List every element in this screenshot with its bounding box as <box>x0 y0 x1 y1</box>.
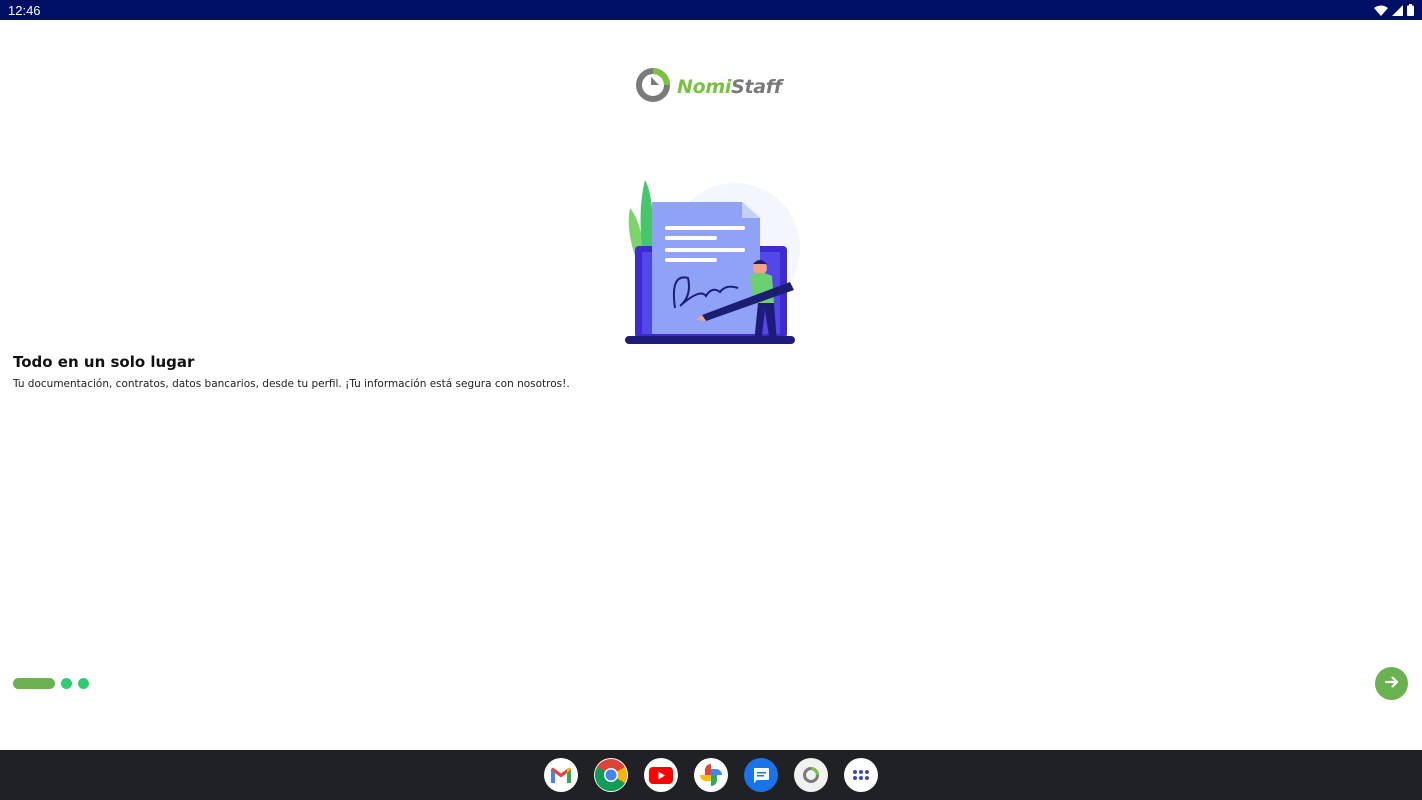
app-drawer-button[interactable] <box>844 758 878 792</box>
nomistaff-icon <box>802 766 820 784</box>
chrome-app[interactable] <box>594 758 628 792</box>
youtube-app[interactable] <box>644 758 678 792</box>
page-dot-active <box>13 678 55 689</box>
logo-text: NomiStaff <box>677 76 782 98</box>
taskbar <box>0 750 1422 800</box>
gmail-app[interactable] <box>544 758 578 792</box>
status-icons <box>1374 4 1414 16</box>
messages-icon <box>751 765 771 785</box>
signing-document-illustration <box>620 178 800 348</box>
nomistaff-app[interactable] <box>794 758 828 792</box>
slide-description: Tu documentación, contratos, datos banca… <box>13 378 570 390</box>
battery-icon <box>1407 4 1414 16</box>
next-button[interactable] <box>1375 667 1408 700</box>
photos-app[interactable] <box>694 758 728 792</box>
page-dot <box>78 678 89 689</box>
logo-refresh-icon <box>635 67 671 107</box>
chrome-icon <box>595 759 627 791</box>
slide-title: Todo en un solo lugar <box>13 353 195 371</box>
screen: 12:46 NomiStaff Todo en un solo lugar Tu… <box>0 0 1422 800</box>
app-logo: NomiStaff <box>635 67 791 107</box>
status-bar: 12:46 <box>0 0 1422 20</box>
photos-icon <box>699 763 723 787</box>
logo-text-nomi: Nomi <box>677 76 732 98</box>
gmail-icon <box>550 766 572 784</box>
arrow-right-icon <box>1384 674 1400 694</box>
youtube-icon <box>649 766 673 784</box>
messages-app[interactable] <box>744 758 778 792</box>
wifi-icon <box>1374 5 1388 16</box>
page-indicator <box>13 678 89 689</box>
page-dot <box>61 678 72 689</box>
logo-text-staff: Staff <box>731 76 782 98</box>
signal-icon <box>1392 4 1403 16</box>
app-drawer-icon <box>852 769 870 781</box>
status-time: 12:46 <box>8 2 41 18</box>
